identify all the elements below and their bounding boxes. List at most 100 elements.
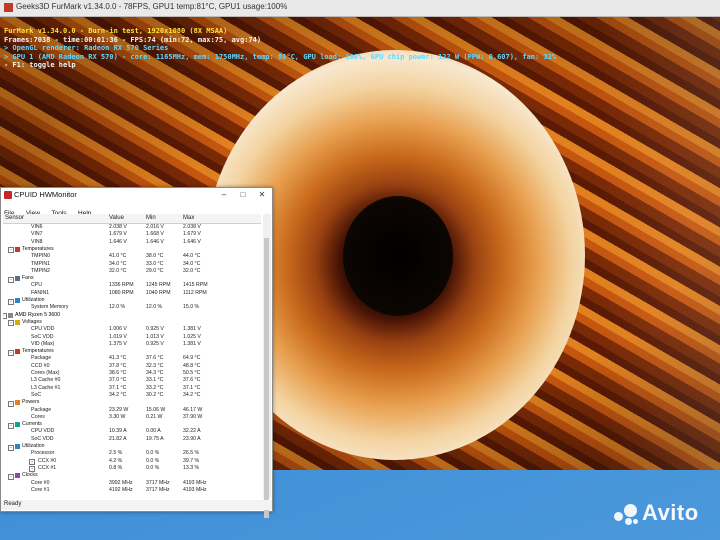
sensor-group-row[interactable]: − Fans: [3, 275, 261, 283]
sensor-row[interactable]: TMPIN1 34.0 °C 33.0 °C 34.0 °C: [3, 261, 261, 268]
temp-icon: [15, 246, 20, 252]
sensor-row[interactable]: L3 Cache #0 37.0 °C 33.1 °C 37.6 °C: [3, 377, 261, 384]
column-max[interactable]: Max: [183, 215, 194, 221]
sensor-min: 34.3 °C: [146, 370, 164, 376]
minimize-button[interactable]: –: [217, 189, 231, 201]
furmark-app-icon: [4, 3, 13, 12]
column-value[interactable]: Value: [109, 215, 124, 221]
sensor-min: 0.21 W: [146, 413, 163, 420]
sensor-tree: VIN6 2.038 V 2.016 V 2.038 V VIN7 1.679 V 1.66…: [3, 224, 261, 494]
close-button[interactable]: ✕: [255, 189, 269, 201]
sensor-row[interactable]: CPU VDD 10.39 A 0.00 A 32.22 A: [3, 428, 261, 435]
sensor-value: 37.0 °C: [109, 377, 127, 384]
furmark-titlebar[interactable]: Geeks3D FurMark v1.34.0.0 - 78FPS, GPU1 …: [0, 0, 720, 17]
sensor-row[interactable]: + CCX #1 0.8 % 0.0 % 13.3 %: [3, 464, 261, 473]
sensor-name: CPU VDD: [31, 428, 55, 435]
hwmonitor-window[interactable]: CPUID HWMonitor – □ ✕ File View Tools He…: [0, 187, 273, 518]
sensor-min: 1.013 V: [146, 333, 164, 340]
avito-wordmark: Avito: [642, 500, 699, 525]
sensor-value: 1.679 V: [109, 231, 127, 238]
sensor-row[interactable]: CPU 1336 RPM 1245 RPM 1415 RPM: [3, 282, 261, 289]
sensor-row[interactable]: Package 41.3 °C 37.6 °C 64.9 °C: [3, 355, 261, 362]
sensor-min: 19.75 A: [146, 435, 164, 442]
sensor-row[interactable]: Package 23.29 W 15.06 W 46.17 W: [3, 407, 261, 414]
sensor-group-row[interactable]: − Utilization: [3, 297, 261, 305]
sensor-row[interactable]: Cores 3.30 W 0.21 W 37.90 W: [3, 414, 261, 421]
sensor-name: CCD #0: [31, 362, 50, 369]
osd-line: - F1: toggle help: [4, 61, 76, 70]
sensor-row[interactable]: VIN7 1.679 V 1.668 V 1.679 V: [3, 231, 261, 238]
sensor-row[interactable]: CCD #0 37.8 °C 32.3 °C 48.8 °C: [3, 363, 261, 370]
sensor-max: 37.1 °C: [183, 384, 201, 391]
sensor-row[interactable]: TMPIN0 41.0 °C 38.0 °C 44.0 °C: [3, 253, 261, 260]
screen-glare: [600, 0, 720, 470]
sensor-row[interactable]: SoC 34.2 °C 30.2 °C 34.2 °C: [3, 392, 261, 399]
sensor-row[interactable]: + CCX #0 4.2 % 0.0 % 39.7 %: [3, 457, 261, 466]
sensor-row[interactable]: SoC VDD 21.82 A 19.75 A 23.90 A: [3, 436, 261, 443]
sensor-name: CCX #1: [38, 464, 57, 471]
sensor-group-row[interactable]: − Temperatures: [3, 348, 261, 356]
current-icon: [15, 422, 20, 428]
column-min[interactable]: Min: [146, 215, 156, 221]
maximize-button[interactable]: □: [236, 189, 250, 201]
sensor-max: 2.038 V: [183, 224, 201, 230]
sensor-row[interactable]: L3 Cache #1 37.1 °C 33.2 °C 37.1 °C: [3, 385, 261, 392]
sensor-row[interactable]: SoC VDD 1.019 V 1.013 V 1.025 V: [3, 334, 261, 341]
sensor-name: Fans: [22, 275, 34, 282]
sensor-value: 34.2 °C: [109, 391, 127, 398]
sensor-max: 34.0 °C: [183, 260, 201, 267]
sensor-row[interactable]: CPU VDD 1.006 V 0.925 V 1.381 V: [3, 326, 261, 333]
sensor-group-row[interactable]: − Temperatures: [3, 246, 261, 254]
sensor-group-row[interactable]: − Utilization: [3, 443, 261, 451]
hwmonitor-titlebar[interactable]: CPUID HWMonitor – □ ✕: [1, 188, 272, 202]
hwmonitor-app-icon: [4, 191, 12, 199]
sensor-row[interactable]: VIN8 1.646 V 1.646 V 1.646 V: [3, 239, 261, 246]
sensor-min: 3717 MHz: [146, 479, 170, 486]
sensor-value: 41.3 °C: [109, 355, 127, 362]
sensor-value: 37.8 °C: [109, 362, 127, 369]
sensor-min: 0.0 %: [146, 450, 160, 457]
sensor-max: 13.3 %: [183, 464, 200, 471]
sensor-row[interactable]: Core #1 4192 MHz 3717 MHz 4193 MHz: [3, 487, 261, 494]
sensor-row[interactable]: VID (Max) 1.375 V 0.925 V 1.381 V: [3, 341, 261, 348]
scrollbar-thumb[interactable]: [264, 238, 269, 518]
sensor-max: 26.5 %: [183, 450, 200, 457]
sensor-group-row[interactable]: − Voltages: [3, 319, 261, 327]
sensor-max: 1.679 V: [183, 231, 201, 238]
sensor-value: 4.2 %: [109, 457, 123, 464]
device-row[interactable]: − AMD Ryzen 5 3600: [3, 311, 261, 320]
sensor-min: 1.646 V: [146, 238, 164, 245]
sensor-min: 1.668 V: [146, 231, 164, 238]
sensor-row[interactable]: TMPIN2 32.0 °C 29.0 °C 32.0 °C: [3, 268, 261, 275]
sensor-value: 41.0 °C: [109, 253, 127, 260]
sensor-max: 46.17 W: [183, 406, 203, 413]
sensor-row[interactable]: System Memory 12.0 % 12.0 % 15.0 %: [3, 304, 261, 311]
column-sensor[interactable]: Sensor: [5, 215, 24, 221]
sensor-max: 48.8 °C: [183, 362, 201, 369]
sensor-name: Utilization: [22, 297, 45, 303]
sensor-name: Powers: [22, 399, 40, 406]
sensor-name: VIN6: [31, 224, 43, 230]
sensor-name: VIN8: [31, 238, 43, 245]
sensor-group-row[interactable]: − Currents: [3, 421, 261, 429]
sensor-row[interactable]: VIN6 2.038 V 2.016 V 2.038 V: [3, 224, 261, 231]
sensor-row[interactable]: Processor 2.5 % 0.0 % 26.5 %: [3, 450, 261, 457]
sensor-name: Cores (Max): [31, 370, 60, 376]
hwmonitor-menubar: File View Tools Help: [1, 202, 272, 217]
sensor-max: 1.381 V: [183, 326, 201, 333]
sensor-name: AMD Ryzen 5 3600: [15, 311, 60, 318]
sensor-row[interactable]: Cores (Max) 38.6 °C 34.3 °C 50.5 °C: [3, 370, 261, 377]
sensor-name: L3 Cache #1: [31, 384, 61, 391]
sensor-group-row[interactable]: − Clocks: [3, 472, 261, 480]
sensor-min: 15.06 W: [146, 406, 166, 413]
sensor-group-row[interactable]: − Powers: [3, 399, 261, 407]
sensor-row[interactable]: Core #0 3992 MHz 3717 MHz 4193 MHz: [3, 480, 261, 487]
sensor-row[interactable]: FANIN1 1080 RPM 1040 RPM 1112 RPM: [3, 290, 261, 297]
sensor-name: CPU VDD: [31, 326, 55, 333]
osd-line: > GPU 1 (AMD Radeon RX 570) - core: 1165…: [4, 52, 557, 61]
sensor-value: 10.39 A: [109, 428, 127, 435]
sensor-name: CCX #0: [38, 457, 57, 464]
sensor-name: Utilization: [22, 443, 45, 449]
sensor-min: 0.0 %: [146, 457, 160, 464]
status-bar: Ready: [1, 500, 272, 510]
